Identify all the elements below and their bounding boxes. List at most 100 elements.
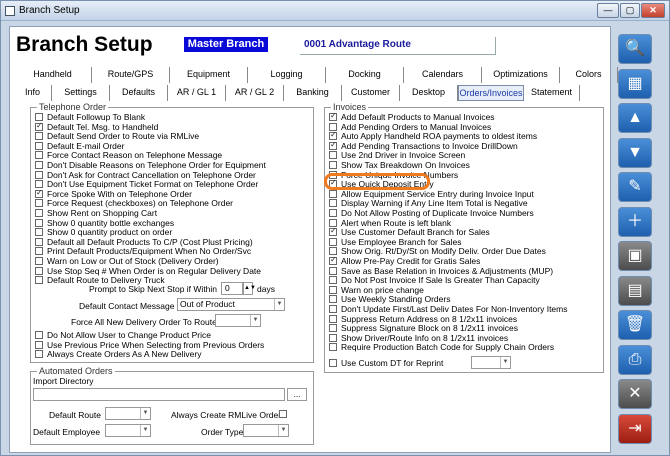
tab-info[interactable]: Info (14, 85, 52, 101)
print-button[interactable]: ⎙ (618, 344, 652, 375)
tab-equipment[interactable]: Equipment (170, 67, 248, 83)
checkbox[interactable] (329, 237, 337, 246)
option-auto-apply-handheld-roa-payments-to-oldest-items[interactable]: Auto Apply Handheld ROA payments to olde… (329, 130, 537, 141)
option-suppress-return-address-on-8-1-2x11-invoices[interactable]: Suppress Return Address on 8 1/2x11 invo… (329, 314, 517, 324)
add-document-button[interactable]: ＋ (618, 206, 652, 237)
close-button[interactable]: ✕ (618, 379, 652, 409)
option-allow-equipment-service-entry-during-invoice-input[interactable]: Allow Equipment Service Entry during Inv… (329, 189, 534, 199)
tab-statement[interactable]: Statement (524, 85, 580, 101)
option-alert-when-route-is-left-blank[interactable]: Alert when Route is left blank (329, 218, 451, 228)
option-do-not-allow-user-to-change-product-price[interactable]: Do Not Allow User to Change Product Pric… (35, 330, 211, 340)
checkbox[interactable] (35, 188, 43, 198)
checkbox[interactable] (35, 151, 43, 160)
option-print-default-products-equipment-when-no-order-svc[interactable]: Print Default Products/Equipment When No… (35, 246, 251, 256)
checkbox[interactable] (329, 314, 337, 323)
checkbox[interactable] (329, 266, 337, 275)
checkbox[interactable] (329, 333, 337, 342)
arrow-up-button[interactable]: ▲ (618, 103, 652, 133)
tab-desktop[interactable]: Desktop (400, 85, 458, 101)
prompt-skip-input[interactable]: 0 (221, 282, 243, 295)
prompt-skip-spinner[interactable]: ▲▼ (243, 282, 256, 295)
tab-calendars[interactable]: Calendars (404, 67, 482, 83)
order-type-select[interactable]: ▼ (243, 424, 289, 437)
checkbox[interactable] (35, 266, 43, 275)
checkbox[interactable] (35, 331, 43, 339)
tab-banking[interactable]: Banking (284, 85, 342, 101)
option-show-rent-on-shopping-cart[interactable]: Show Rent on Shopping Cart (35, 208, 157, 218)
checkbox[interactable] (329, 209, 337, 217)
exit-button[interactable]: ⇥ (618, 413, 652, 444)
checkbox[interactable] (35, 121, 43, 131)
pencil-button[interactable]: ✎ (618, 172, 652, 202)
tab-defaults[interactable]: Defaults (110, 85, 168, 101)
always-create-checkbox[interactable] (279, 410, 287, 418)
option-force-contact-reason-on-telephone-message[interactable]: Force Contact Reason on Telephone Messag… (35, 150, 222, 160)
option-default-all-default-products-to-c-p-cost-plust-pricing[interactable]: Default all Default Products To C/P (Cos… (35, 237, 253, 247)
option-require-production-batch-code-for-supply-chain-orders[interactable]: Require Production Batch Code for Supply… (329, 342, 554, 352)
option-do-not-post-invoice-if-sale-is-greater-than-capacity[interactable]: Do Not Post Invoice If Sale Is Greater T… (329, 275, 540, 285)
option-default-e-mail-order[interactable]: Default E-mail Order (35, 141, 124, 151)
option-save-as-base-relation-in-invoices-adjustments-mup[interactable]: Save as Base Relation in Invoices & Adju… (329, 266, 553, 276)
option-always-create-orders-as-a-new-delivery[interactable]: Always Create Orders As A New Delivery (35, 349, 201, 359)
option-don-t-update-first-last-deliv-dates-for-non-inventory-items[interactable]: Don't Update First/Last Deliv Dates For … (329, 304, 567, 314)
import-directory-input[interactable] (33, 388, 285, 401)
custom-dt-checkbox[interactable] (329, 359, 337, 367)
option-show-0-quantity-product-on-order[interactable]: Show 0 quantity product on order (35, 227, 172, 237)
checkbox[interactable] (329, 285, 337, 294)
option-don-t-use-equipment-ticket-format-on-telephone-order[interactable]: Don't Use Equipment Ticket Format on Tel… (35, 179, 258, 189)
checkbox[interactable] (35, 350, 43, 359)
checkbox[interactable] (329, 151, 337, 160)
checkbox[interactable] (329, 276, 337, 285)
option-add-default-products-to-manual-invoices[interactable]: Add Default Products to Manual Invoices (329, 111, 495, 122)
option-force-spoke-with-on-telephone-order[interactable]: Force Spoke With on Telephone Order (35, 188, 192, 199)
option-default-tel-msg-to-handheld[interactable]: Default Tel. Msg. to Handheld (35, 121, 158, 132)
tab-ar-gl-2[interactable]: AR / GL 2 (226, 85, 284, 101)
force-route-select[interactable]: ▼ (215, 314, 261, 327)
checkbox[interactable] (329, 226, 337, 237)
default-employee-select[interactable]: ▼ (105, 424, 151, 437)
checkbox[interactable] (35, 218, 43, 227)
arrow-down-button[interactable]: ▼ (618, 137, 652, 168)
option-don-t-ask-for-contract-cancellation-on-telephone-order[interactable]: Don't Ask for Contract Cancellation on T… (35, 170, 256, 180)
checkbox[interactable] (35, 228, 43, 237)
option-use-employee-branch-for-sales[interactable]: Use Employee Branch for Sales (329, 237, 461, 247)
option-don-t-disable-reasons-on-telephone-order-for-equipment[interactable]: Don't Disable Reasons on Telephone Order… (35, 160, 266, 170)
checkbox[interactable] (329, 295, 337, 304)
option-do-not-allow-posting-of-duplicate-invoice-numbers[interactable]: Do Not Allow Posting of Duplicate Invoic… (329, 208, 534, 218)
checkbox[interactable] (35, 199, 43, 208)
grid-button[interactable]: ▦ (618, 68, 652, 99)
custom-dt-row[interactable]: Use Custom DT for Reprint (329, 358, 443, 368)
checkbox[interactable] (35, 276, 43, 285)
tab-orders-invoices[interactable]: Orders/Invoices (458, 85, 524, 101)
checkbox[interactable] (329, 343, 337, 352)
tab-logging[interactable]: Logging (248, 67, 326, 83)
tab-colors[interactable]: Colors (560, 67, 618, 83)
save-button[interactable]: ▤ (618, 275, 652, 306)
option-show-orig-rt-dy-st-on-modify-deliv-order-due-dates[interactable]: Show Orig. Rt/Dy/St on Modify Deliv. Ord… (329, 246, 546, 256)
tab-optimizations[interactable]: Optimizations (482, 67, 560, 83)
add-record-button[interactable]: ▣ (618, 241, 652, 271)
contact-message-select[interactable]: Out of Product ▼ (177, 298, 285, 311)
option-add-pending-orders-to-manual-invoices[interactable]: Add Pending Orders to Manual Invoices (329, 122, 491, 132)
tab-customer[interactable]: Customer (342, 85, 400, 101)
option-show-0-quantity-bottle-exchanges[interactable]: Show 0 quantity bottle exchanges (35, 218, 174, 228)
checkbox[interactable] (35, 209, 43, 217)
option-default-send-order-to-route-via-rmlive[interactable]: Default Send Order to Route via RMLive (35, 131, 199, 141)
checkbox[interactable] (329, 161, 337, 169)
option-use-previous-price-when-selecting-from-previous-orders[interactable]: Use Previous Price When Selecting from P… (35, 340, 264, 350)
option-use-weekly-standing-orders[interactable]: Use Weekly Standing Orders (329, 294, 450, 304)
option-default-followup-to-blank[interactable]: Default Followup To Blank (35, 112, 145, 122)
option-show-driver-route-info-on-8-1-2x11-invoices[interactable]: Show Driver/Route Info on 8 1/2x11 invoi… (329, 333, 508, 343)
checkbox[interactable] (329, 305, 337, 313)
delete-button[interactable]: 🗑 (618, 310, 652, 340)
checkbox[interactable] (35, 170, 43, 179)
option-add-pending-transactions-to-invoice-drilldown[interactable]: Add Pending Transactions to Invoice Dril… (329, 140, 518, 151)
checkbox[interactable] (35, 237, 43, 246)
browse-button[interactable]: ... (287, 388, 307, 401)
checkbox[interactable] (35, 340, 43, 349)
checkbox[interactable] (35, 132, 43, 141)
checkbox[interactable] (329, 199, 337, 208)
checkbox[interactable] (329, 140, 337, 150)
option-use-stop-seq-when-order-is-on-regular-delivery-date[interactable]: Use Stop Seq # When Order is on Regular … (35, 266, 261, 276)
checkbox[interactable] (35, 141, 43, 150)
